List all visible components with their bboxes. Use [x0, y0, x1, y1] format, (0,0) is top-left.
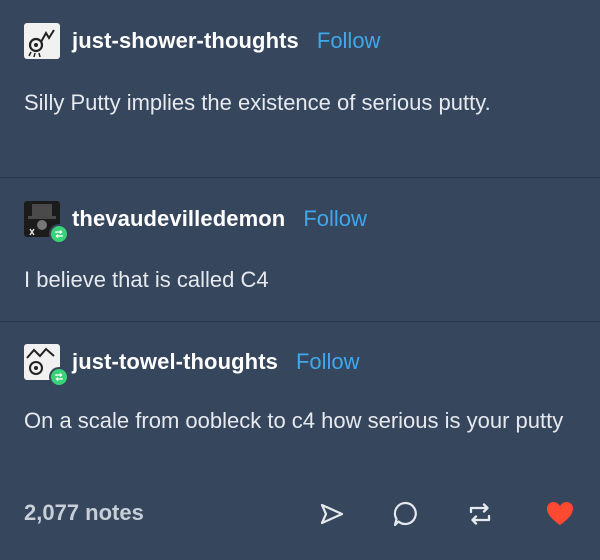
reblog-icon[interactable] [466, 500, 494, 528]
notes-count[interactable]: 2,077 notes [24, 500, 144, 526]
post-text: On a scale from oobleck to c4 how seriou… [24, 408, 564, 433]
post-text: I believe that is called C4 [24, 267, 269, 292]
follow-button[interactable]: Follow [296, 349, 360, 375]
username[interactable]: just-shower-thoughts [72, 28, 299, 54]
avatar[interactable] [24, 344, 69, 387]
post-text: Silly Putty implies the existence of ser… [24, 90, 491, 115]
follow-button[interactable]: Follow [317, 28, 381, 54]
divider [0, 177, 600, 178]
username[interactable]: just-towel-thoughts [72, 349, 278, 375]
share-icon[interactable] [318, 500, 346, 528]
post-footer: 2,077 notes [0, 492, 600, 536]
shower-head-icon [28, 29, 55, 58]
reply-icon[interactable] [392, 500, 420, 528]
reblog-badge [49, 367, 69, 387]
reblog-badge-icon [51, 369, 67, 385]
follow-button[interactable]: Follow [303, 206, 367, 232]
post-header: just-towel-thoughts Follow [24, 344, 360, 387]
like-icon[interactable] [546, 500, 574, 528]
avatar[interactable] [24, 23, 60, 59]
divider [0, 321, 600, 322]
reblog-badge [49, 224, 69, 244]
avatar[interactable] [24, 201, 69, 244]
username[interactable]: thevaudevilledemon [72, 206, 285, 232]
post-header: just-shower-thoughts Follow [24, 23, 380, 59]
reblog-badge-icon [51, 226, 67, 242]
post-header: thevaudevilledemon Follow [24, 201, 367, 244]
